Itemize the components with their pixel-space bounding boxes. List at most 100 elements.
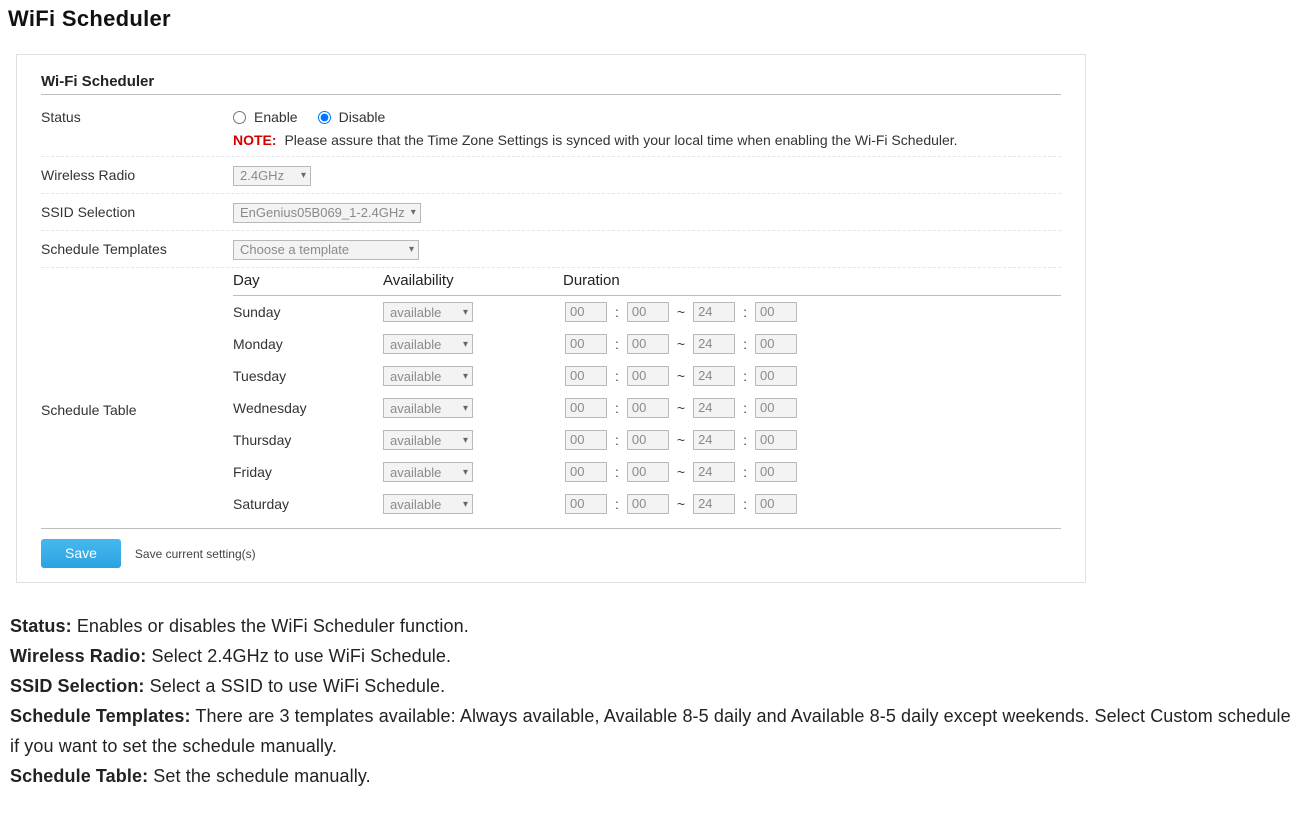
ssid-selection-select[interactable]: EnGenius05B069_1-2.4GHz ▾ [233,203,421,223]
schedule-table: Day Availability Duration Sunday availabl… [233,272,1061,520]
schedule-table-head: Day Availability Duration [233,272,1061,296]
wireless-radio-value: 2.4GHz [240,164,284,188]
page-title: WiFi Scheduler [8,6,1303,32]
duration-cell: 00:00~24:00 [563,494,1061,514]
start-minute-input[interactable]: 00 [627,462,669,482]
availability-value: available [390,433,441,448]
end-hour-input[interactable]: 24 [693,366,735,386]
desc-ssid-text: Select a SSID to use WiFi Schedule. [145,676,446,696]
colon-separator: : [743,368,747,384]
schedule-templates-value: Choose a template [240,238,349,262]
tilde-separator: ~ [677,464,685,480]
end-hour-input[interactable]: 24 [693,462,735,482]
save-description: Save current setting(s) [135,547,256,561]
chevron-down-icon: ▾ [463,435,468,446]
start-hour-input[interactable]: 00 [565,462,607,482]
schedule-templates-select[interactable]: Choose a template ▾ [233,240,419,260]
duration-cell: 00:00~24:00 [563,334,1061,354]
schedule-row: Sundayavailable▾00:00~24:00 [233,296,1061,328]
availability-value: available [390,465,441,480]
wireless-radio-label: Wireless Radio [41,163,233,187]
start-hour-input[interactable]: 00 [565,494,607,514]
availability-select[interactable]: available▾ [383,366,473,386]
start-hour-input[interactable]: 00 [565,334,607,354]
chevron-down-icon: ▾ [463,307,468,318]
start-hour-input[interactable]: 00 [565,398,607,418]
end-minute-input[interactable]: 00 [755,398,797,418]
availability-value: available [390,305,441,320]
schedule-row: Fridayavailable▾00:00~24:00 [233,456,1061,488]
duration-cell: 00:00~24:00 [563,398,1061,418]
disable-radio[interactable] [318,111,331,124]
schedule-row: Saturdayavailable▾00:00~24:00 [233,488,1061,520]
colon-separator: : [615,464,619,480]
note-text: Please assure that the Time Zone Setting… [284,132,957,148]
schedule-row: Wednesdayavailable▾00:00~24:00 [233,392,1061,424]
availability-select[interactable]: available ▾ [383,430,473,450]
tilde-separator: ~ [677,432,685,448]
end-hour-input[interactable]: 24 [693,398,735,418]
duration-cell: 00:00~24:00 [563,430,1061,450]
end-hour-input[interactable]: 24 [693,430,735,450]
ssid-selection-row: SSID Selection EnGenius05B069_1-2.4GHz ▾ [41,194,1061,231]
duration-cell: 00:00~24:00 [563,366,1061,386]
tilde-separator: ~ [677,496,685,512]
start-hour-input[interactable]: 00 [565,302,607,322]
start-minute-input[interactable]: 00 [627,302,669,322]
start-minute-input[interactable]: 00 [627,398,669,418]
chevron-down-icon: ▾ [463,371,468,382]
end-minute-input[interactable]: 00 [755,334,797,354]
start-minute-input[interactable]: 00 [627,430,669,450]
desc-ssid-term: SSID Selection: [10,676,145,696]
availability-select[interactable]: available ▾ [383,302,473,322]
schedule-day: Sunday [233,300,383,324]
end-hour-input[interactable]: 24 [693,494,735,514]
start-minute-input[interactable]: 00 [627,366,669,386]
availability-select[interactable]: available▾ [383,398,473,418]
status-radio-group: Enable Disable [233,105,1061,129]
availability-select[interactable]: available▾ [383,334,473,354]
desc-ssid: SSID Selection: Select a SSID to use WiF… [10,671,1303,701]
col-availability-header: Availability [383,272,563,289]
wireless-radio-select[interactable]: 2.4GHz ▾ [233,166,311,186]
schedule-table-label: Schedule Table [41,272,233,418]
status-label: Status [41,105,233,129]
desc-status-term: Status: [10,616,72,636]
end-hour-input[interactable]: 24 [693,334,735,354]
colon-separator: : [743,432,747,448]
tilde-separator: ~ [677,336,685,352]
schedule-day: Tuesday [233,364,383,388]
end-hour-input[interactable]: 24 [693,302,735,322]
col-duration-header: Duration [563,272,1061,289]
schedule-day: Saturday [233,492,383,516]
chevron-down-icon: ▾ [463,339,468,350]
colon-separator: : [615,400,619,416]
availability-select[interactable]: available▾ [383,462,473,482]
colon-separator: : [743,336,747,352]
start-minute-input[interactable]: 00 [627,494,669,514]
schedule-row: Mondayavailable▾00:00~24:00 [233,328,1061,360]
desc-status-text: Enables or disables the WiFi Scheduler f… [72,616,469,636]
end-minute-input[interactable]: 00 [755,462,797,482]
schedule-table-row: Schedule Table Day Availability Duration… [41,268,1061,529]
colon-separator: : [743,400,747,416]
availability-select[interactable]: available▾ [383,494,473,514]
end-minute-input[interactable]: 00 [755,302,797,322]
end-minute-input[interactable]: 00 [755,430,797,450]
end-minute-input[interactable]: 00 [755,366,797,386]
start-hour-input[interactable]: 00 [565,430,607,450]
disable-radio-label[interactable]: Disable [339,105,386,129]
enable-radio-label[interactable]: Enable [254,105,298,129]
save-button[interactable]: Save [41,539,121,568]
schedule-day: Friday [233,460,383,484]
end-minute-input[interactable]: 00 [755,494,797,514]
start-minute-input[interactable]: 00 [627,334,669,354]
schedule-day: Monday [233,332,383,356]
desc-status: Status: Enables or disables the WiFi Sch… [10,611,1303,641]
status-note: NOTE: Please assure that the Time Zone S… [233,131,1061,150]
enable-radio[interactable] [233,111,246,124]
colon-separator: : [743,304,747,320]
chevron-down-icon: ▾ [463,499,468,510]
start-hour-input[interactable]: 00 [565,366,607,386]
chevron-down-icon: ▾ [409,238,414,262]
